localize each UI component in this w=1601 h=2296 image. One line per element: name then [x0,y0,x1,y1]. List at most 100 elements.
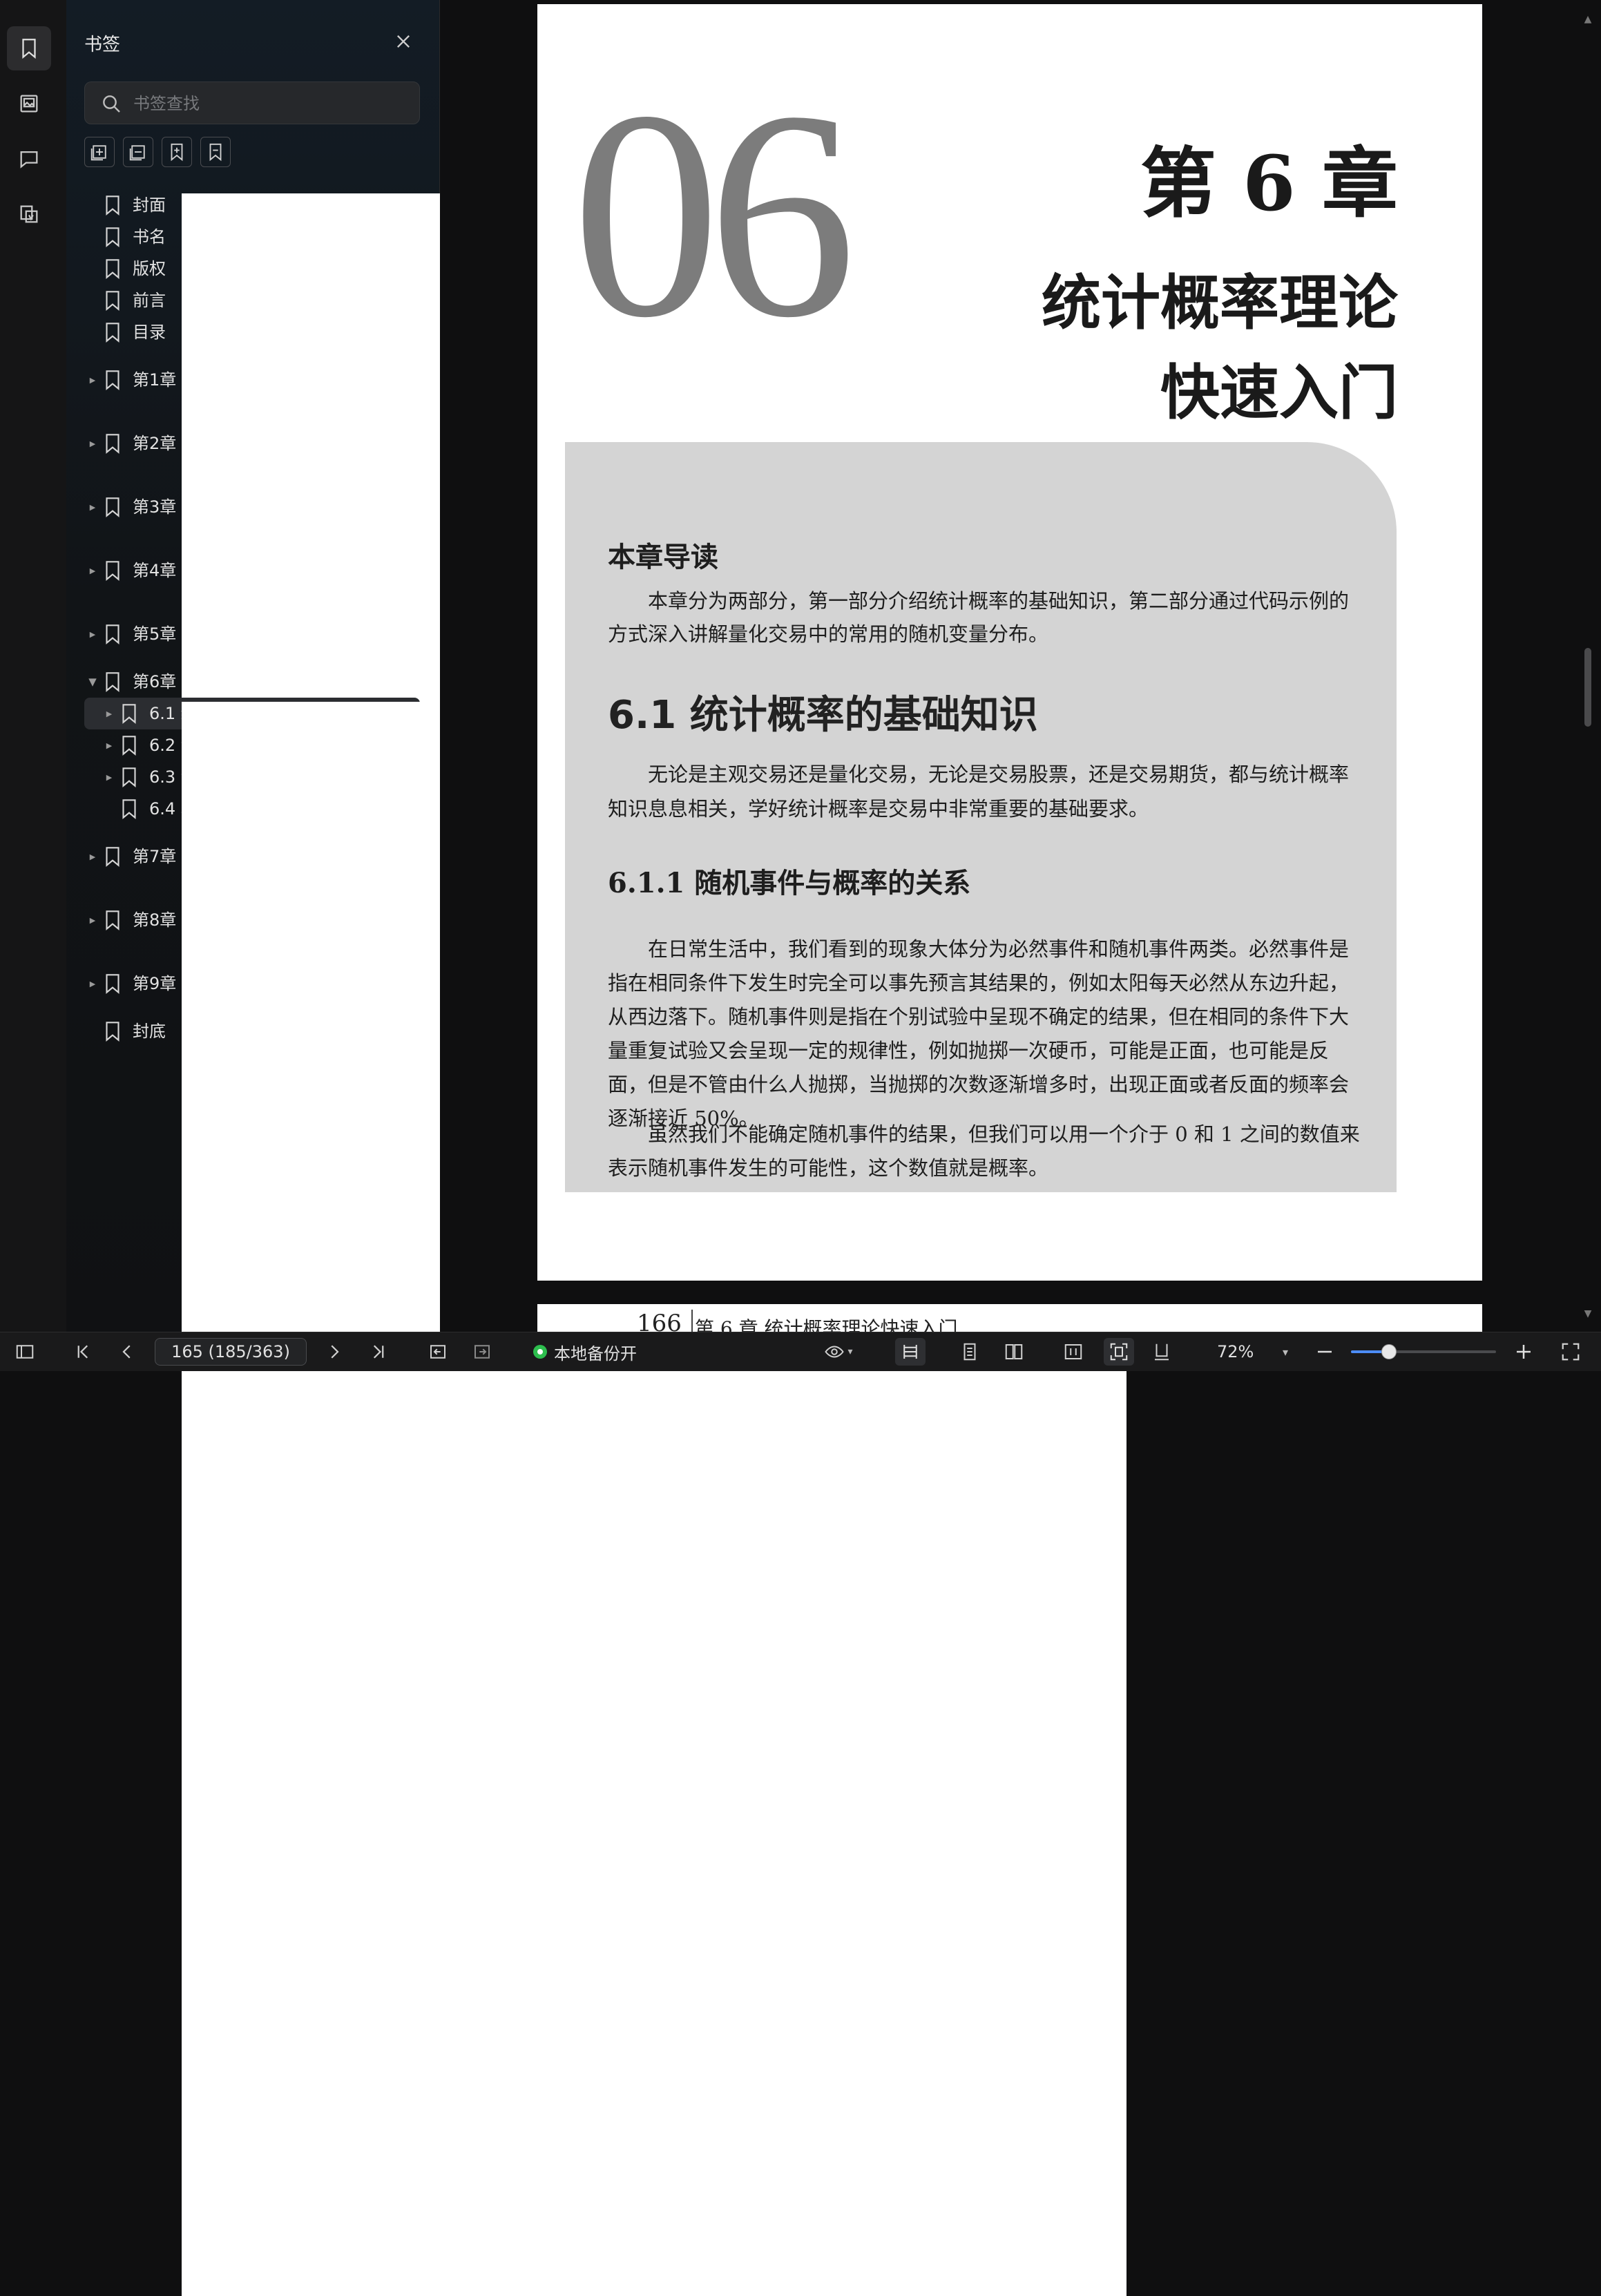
bookmark-item[interactable]: ▶第5章 第三方库Matplotlib快速入门156 [84,602,1127,1883]
previous-page-button[interactable] [113,1338,141,1366]
status-bar: 165 (185/363) 本地备份开 ▾ 72% ▾ [0,1332,1601,1371]
bookmark-item[interactable]: 6.4 本章总结208 [84,793,1127,2074]
bookmark-icon [122,767,136,788]
bookmark-item[interactable]: ▶6.2 深入理解伯努利分布190 [84,729,1127,2010]
fit-width-button[interactable] [895,1338,926,1366]
add-bookmark-button[interactable] [162,137,192,167]
view-mode-dropdown[interactable]: ▾ [818,1338,859,1366]
history-back-button[interactable] [424,1338,452,1366]
chevron-down-icon: ▾ [1282,1345,1289,1359]
local-backup-status[interactable]: 本地备份开 [533,1338,637,1366]
bookmark-item[interactable]: ▶第8章 股票技术指标的可视化分析242 [84,888,1127,2169]
eye-icon [825,1346,845,1358]
collapse-all-button[interactable] [123,137,153,167]
caret-right-icon[interactable]: ▶ [84,566,101,575]
bookmark-icon [106,974,119,995]
bookmark-panel-button[interactable] [7,26,51,70]
attachment-panel-button[interactable] [7,192,51,236]
expand-all-icon [90,145,106,161]
thumbnail-panel-button[interactable] [7,82,51,126]
backup-status-label: 本地备份开 [554,1343,637,1364]
bookmark-item[interactable]: 版权3 [84,253,1127,1533]
zoom-in-button[interactable] [1511,1338,1536,1366]
caret-down-icon[interactable]: ▼ [84,676,101,688]
delete-bookmark-button[interactable] [200,137,231,167]
caret-right-icon[interactable]: ▶ [84,979,101,988]
zoom-dropdown[interactable]: ▾ [1275,1338,1296,1366]
last-page-button[interactable] [365,1338,392,1366]
toggle-sidebar-button[interactable] [11,1338,39,1366]
caret-right-icon[interactable]: ▶ [101,773,117,782]
bookmark-search-box [84,82,420,124]
chevron-left-icon [122,1345,131,1359]
zoom-slider[interactable] [1351,1344,1496,1359]
bookmark-item[interactable]: ▼第6章 统计概率理论快速入门185 [84,666,1127,1946]
continuous-scroll-icon [1155,1343,1169,1361]
bookmark-item[interactable]: ▶6.1 统计概率的基础知识185 [84,698,1127,1978]
caret-right-icon[interactable]: ▶ [84,630,101,639]
document-page: 06 第 6 章 统计概率理论 快速入门 本章导读 本章分为两部分，第一部分介绍… [537,4,1482,1281]
remove-bookmark-icon [209,143,222,162]
bookmark-item[interactable]: 封面1 [84,189,1127,1470]
scroll-up-arrow[interactable]: ▲ [1583,14,1593,25]
close-icon[interactable] [394,32,413,51]
bookmark-item[interactable]: ▶第1章 理解Python股票量化交易21 [84,348,1127,1629]
document-viewer[interactable]: 06 第 6 章 统计概率理论 快速入门 本章导读 本章分为两部分，第一部分介绍… [440,0,1601,1332]
actual-size-button[interactable] [1060,1338,1087,1366]
bookmark-item[interactable]: ▶第7章 股票行情数据的获取和管理209 [84,825,1127,2105]
caret-right-icon[interactable]: ▶ [101,709,117,718]
first-page-icon [77,1345,88,1359]
fullscreen-button[interactable] [1557,1338,1584,1366]
bookmark-item[interactable]: 目录17 [84,316,1127,1597]
zoom-level[interactable]: 72% [1217,1338,1254,1366]
next-page-number: 166 [637,1310,693,1332]
bookmark-icon [106,847,119,868]
bookmark-icon [106,624,119,645]
collapse-all-icon [129,145,145,161]
subsection-heading: 6.1.1 随机事件与概率的关系 [608,867,971,899]
bookmark-item[interactable]: ▶第2章 量化语言Python的关键应用38 [84,412,1127,1692]
minus-icon [1318,1350,1332,1353]
page-number-input[interactable]: 165 (185/363) [155,1338,307,1366]
caret-right-icon[interactable]: ▶ [101,741,117,750]
bookmark-list: 封面1书名2版权3前言4目录17▶第1章 理解Python股票量化交易21▶第2… [84,189,1127,2296]
single-page-button[interactable] [956,1338,984,1366]
scroll-down-arrow[interactable]: ▼ [1583,1308,1593,1319]
subsection-paragraph-1: 在日常生活中，我们看到的现象大体分为必然事件和随机事件两类。必然事件是指在相同条… [608,937,1350,1130]
bookmark-item[interactable]: ▶第9章 构建股票量化交易策略体系296 [84,952,1127,2232]
zoom-slider-handle[interactable] [1381,1344,1397,1359]
continuous-scroll-button[interactable] [1148,1338,1176,1366]
bookmark-icon [106,291,119,312]
bookmark-item[interactable]: 书名2 [84,221,1127,1502]
caret-right-icon[interactable]: ▶ [84,916,101,925]
chapter-title-line1: 统计概率理论 [1042,268,1398,338]
plus-icon [1517,1345,1531,1359]
bookmark-item[interactable]: ▶第3章 第三方库NumPy快速入门96 [84,475,1127,1756]
zoom-out-button[interactable] [1312,1338,1337,1366]
bookmark-item[interactable]: 前言4 [84,285,1127,1565]
bookmark-icon [22,39,36,59]
bookmark-icon [106,227,119,248]
caret-right-icon[interactable]: ▶ [84,852,101,861]
first-page-button[interactable] [69,1338,97,1366]
bookmark-item[interactable]: ▶第4章 第三方库Pandas快速入门112 [84,539,1127,1819]
bookmark-item[interactable]: ▶6.3 深入理解正态分布199 [84,761,1127,2042]
caret-right-icon[interactable]: ▶ [84,439,101,448]
history-forward-button[interactable] [468,1338,496,1366]
single-page-icon [964,1343,976,1361]
comment-panel-button[interactable] [7,137,51,181]
bookmark-icon [106,561,119,582]
caret-right-icon[interactable]: ▶ [84,503,101,512]
fit-page-button[interactable] [1104,1338,1134,1366]
sidebar-toggle-icon [16,1345,34,1359]
bookmark-item[interactable]: 封底363 [84,1015,1127,2296]
next-page-button[interactable] [320,1338,348,1366]
left-icon-rail [0,0,67,1332]
bookmark-search-input[interactable] [132,89,411,118]
fit-width-icon [903,1345,917,1359]
vertical-scrollbar[interactable]: ▲ ▼ [1583,14,1593,1319]
caret-right-icon[interactable]: ▶ [84,376,101,385]
scrollbar-thumb[interactable] [1584,648,1591,727]
expand-all-button[interactable] [84,137,115,167]
two-page-button[interactable] [1000,1338,1028,1366]
